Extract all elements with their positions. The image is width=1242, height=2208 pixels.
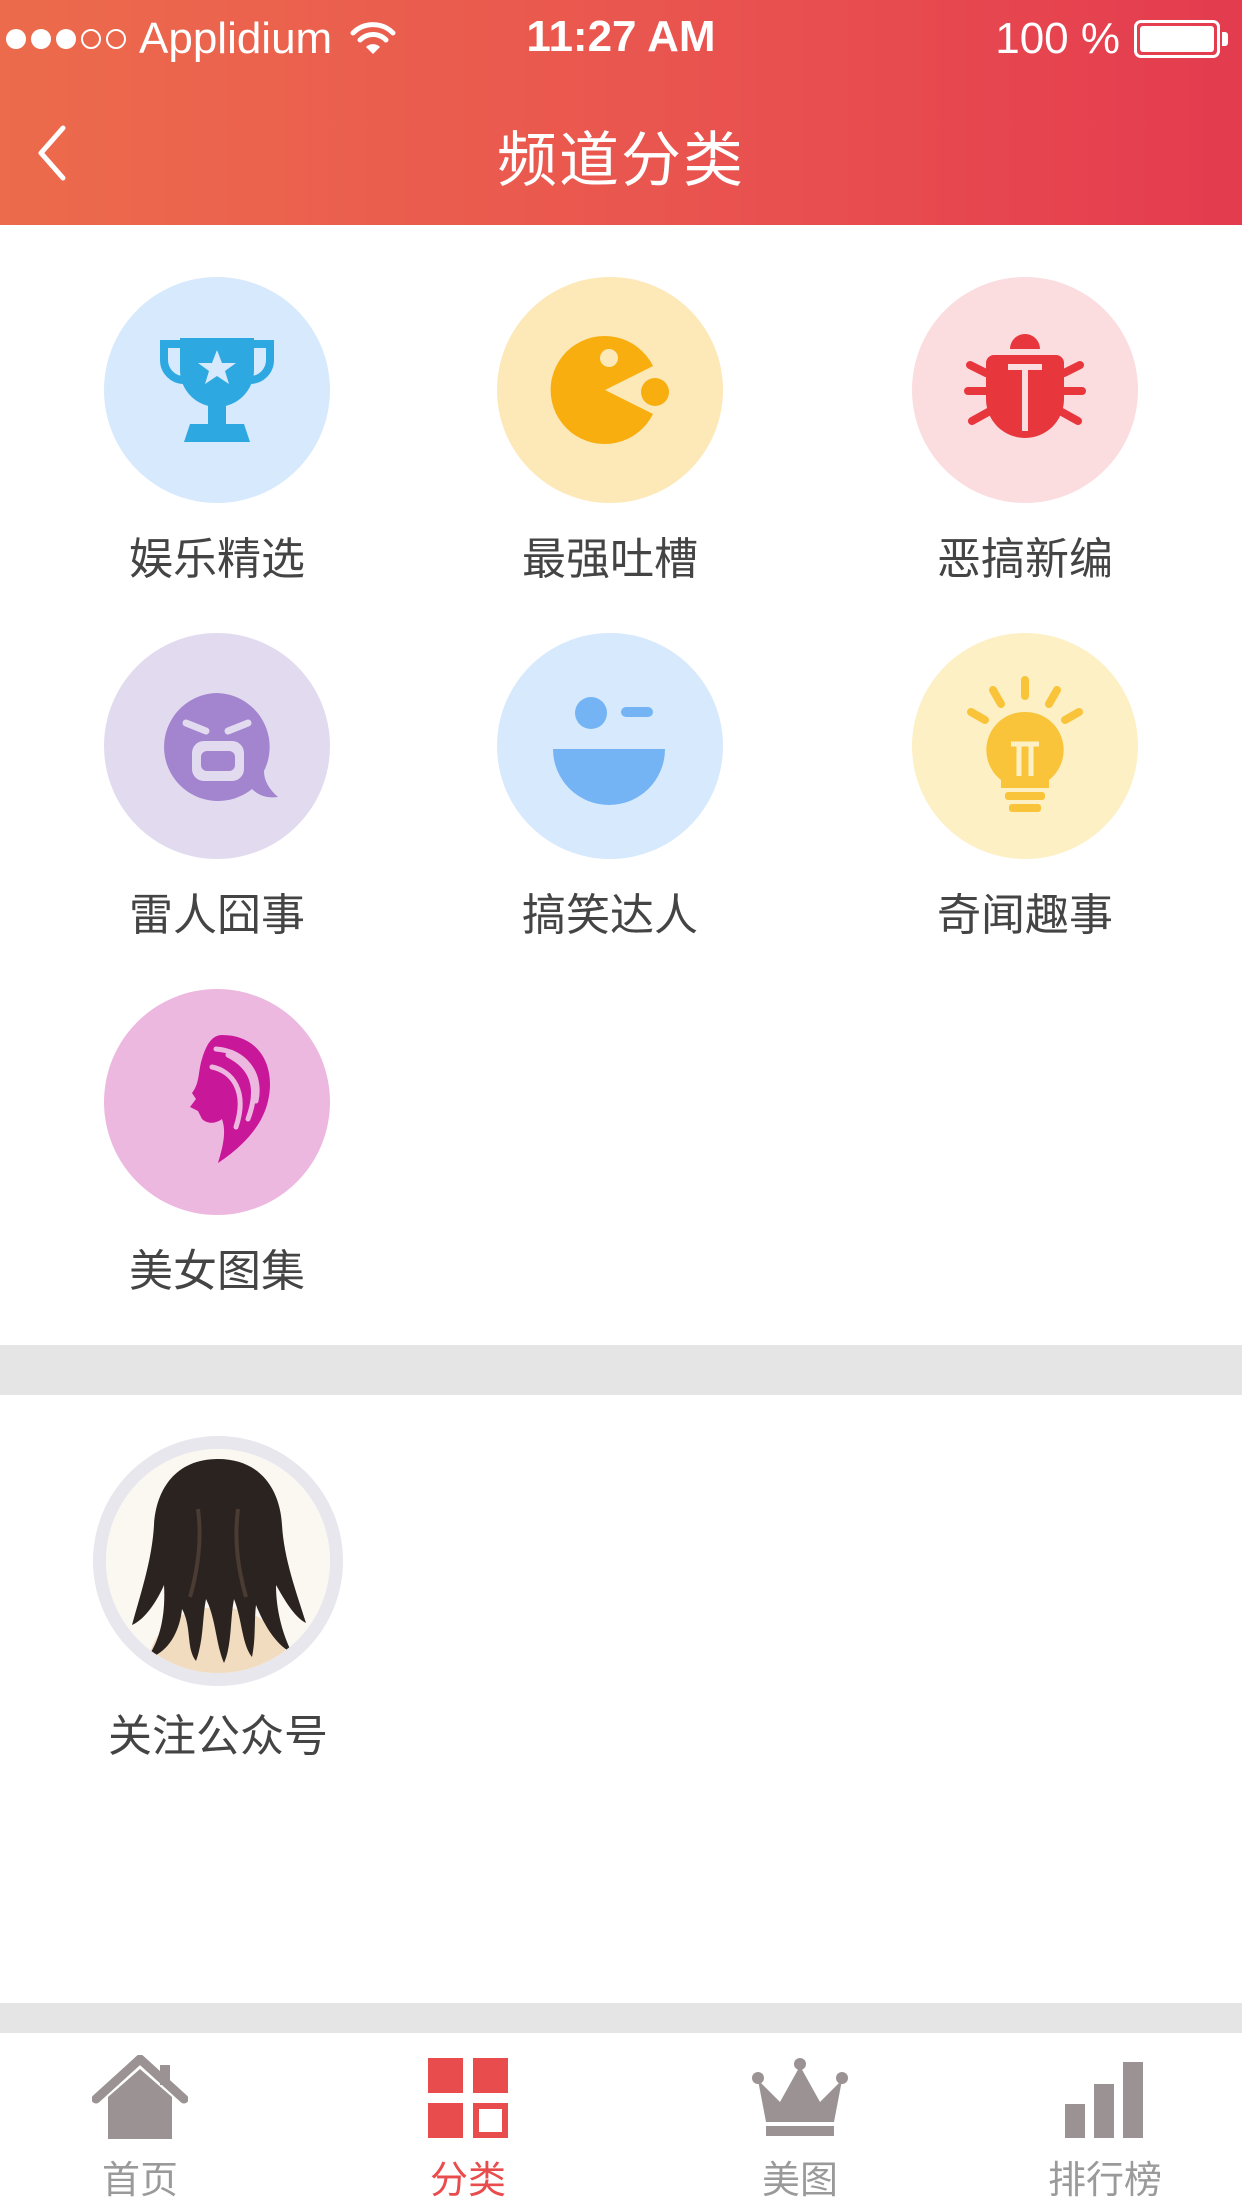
category-beauty-gallery[interactable]: 美女图集 [52,989,382,1309]
grid-icon [428,2058,508,2138]
tab-label: 排行榜 [1047,2158,1162,2202]
avatar-ring [93,1436,343,1686]
avatar-icon [106,1449,330,1673]
battery-icon [1134,20,1220,58]
follow-label: 关注公众号 [108,1711,328,1762]
wink-face-icon [553,697,665,805]
bug-icon [964,334,1086,438]
battery-tip [1222,32,1228,46]
avatar-image [106,1449,330,1673]
category-icon-bg [497,633,723,859]
category-label: 最强吐槽 [522,534,698,585]
category-icon-bg [104,277,330,503]
crying-bubble-icon [164,693,278,801]
tabbar-separator [0,2003,1242,2033]
home-icon [92,2055,188,2139]
category-icon-bg [104,989,330,1215]
tab-home[interactable]: 首页 [40,2053,240,2204]
tab-ranking[interactable]: 排行榜 [1005,2053,1205,2204]
bar-chart-icon [1065,2062,1143,2138]
category-label: 恶搞新编 [937,534,1113,585]
category-entertainment[interactable]: 娱乐精选 [52,277,382,597]
tab-label: 首页 [101,2158,178,2202]
category-label: 娱乐精选 [129,534,305,585]
status-bar-right: 100 % [995,14,1228,64]
tab-label: 分类 [429,2158,506,2202]
category-curiosities[interactable]: 奇闻趣事 [860,633,1190,953]
category-roast[interactable]: 最强吐槽 [445,277,775,597]
section-divider [0,1345,1242,1395]
trophy-icon [160,338,274,442]
category-funny-master[interactable]: 搞笑达人 [445,633,775,953]
crown-icon [752,2058,848,2136]
woman-profile-icon [190,1035,271,1163]
header: Applidium 11:27 AM 100 % 频道分类 [0,0,1242,225]
category-label: 奇闻趣事 [937,890,1113,941]
battery-percent: 100 % [995,14,1120,63]
tab-label: 美图 [761,2158,838,2202]
page-title: 频道分类 [497,126,745,196]
tab-beauty[interactable]: 美图 [700,2053,900,2204]
tab-bar: 首页 分类 美图 排行榜 [0,2033,1242,2208]
category-icon-bg [912,633,1138,859]
category-embarrassing[interactable]: 雷人囧事 [52,633,382,953]
category-label: 美女图集 [129,1246,305,1297]
category-label: 搞笑达人 [522,890,698,941]
category-icon-bg [104,633,330,859]
pacman-icon [550,336,669,444]
follow-official-account[interactable]: 关注公众号 [58,1436,378,1764]
category-spoof[interactable]: 恶搞新编 [860,277,1190,597]
tab-categories[interactable]: 分类 [368,2053,568,2204]
category-icon-bg [912,277,1138,503]
category-label: 雷人囧事 [129,890,305,941]
category-icon-bg [497,277,723,503]
lightbulb-icon [967,676,1083,812]
